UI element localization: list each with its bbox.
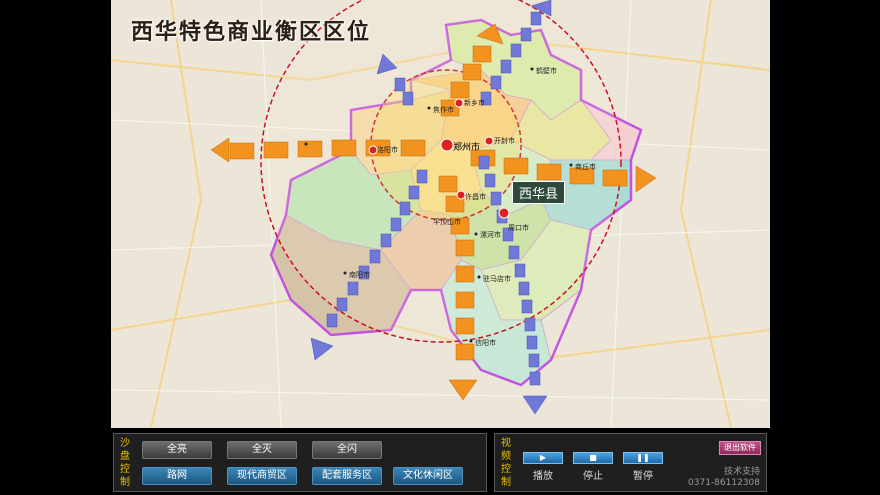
city-label-luoyang: 洛阳市 (377, 146, 398, 154)
sandtable-control-title: 沙 盘 控 制 (119, 437, 131, 489)
city-label-nanyang: 南阳市 (349, 271, 370, 279)
sandtable-title-char: 沙 (120, 438, 130, 449)
stop-label: 停止 (583, 471, 603, 482)
pause-icon: ❚❚ (636, 453, 650, 462)
video-control-title: 视 频 控 制 (500, 437, 512, 489)
video-title-char: 制 (501, 477, 511, 488)
pause-label: 暂停 (633, 471, 653, 482)
exit-software-button[interactable]: 退出软件 (719, 441, 761, 455)
modern-commerce-zone-button[interactable]: 现代商贸区 (227, 467, 297, 485)
play-label: 播放 (533, 471, 553, 482)
all-on-button[interactable]: 全亮 (142, 441, 212, 459)
culture-leisure-zone-button[interactable]: 文化休闲区 (393, 467, 463, 485)
city-label-shangqiu: 商丘市 (575, 163, 596, 171)
video-title-char: 视 (501, 438, 511, 449)
city-label-hebi: 鹤壁市 (536, 67, 557, 75)
sandtable-title-char: 控 (120, 464, 130, 475)
stop-button[interactable]: ■ (573, 452, 613, 464)
city-label-zhengzhou: 郑州市 (453, 143, 481, 153)
xihua-county-label: 西华县 (512, 181, 566, 204)
city-label-xinxiang: 新乡市 (464, 99, 485, 107)
all-flash-button[interactable]: 全闪 (312, 441, 382, 459)
supporting-service-zone-button[interactable]: 配套服务区 (312, 467, 382, 485)
all-off-button[interactable]: 全灭 (227, 441, 297, 459)
map-graphic (111, 0, 770, 428)
map-title: 西华特色商业衡区区位 (131, 19, 372, 45)
city-label-luohe: 漯河市 (480, 231, 501, 239)
stop-icon: ■ (589, 453, 597, 462)
map-view[interactable]: 西华特色商业衡区区位 郑州市 新乡市 开封市 洛阳市 许昌市 漯河市 周口市 平… (111, 0, 770, 428)
pause-button[interactable]: ❚❚ (623, 452, 663, 464)
road-network-button[interactable]: 路网 (142, 467, 212, 485)
city-label-zhumadian: 驻马店市 (483, 275, 511, 283)
tech-support-name: 技术支持 (723, 467, 760, 477)
video-title-char: 控 (501, 464, 511, 475)
sandtable-title-char: 盘 (120, 451, 130, 462)
video-control-panel: 视 频 控 制 退出软件 ▶ 播放 ■ 停止 ❚❚ 暂停 技术支持 0371-8… (494, 433, 767, 492)
play-button[interactable]: ▶ (523, 452, 563, 464)
city-label-zhoukou: 周口市 (508, 224, 529, 232)
play-icon: ▶ (539, 453, 547, 462)
city-label-pingdingshan: 平顶山市 (433, 218, 461, 226)
city-label-jiaozuo: 焦作市 (433, 106, 454, 114)
city-label-xinyang: 信阳市 (475, 339, 496, 347)
sandtable-title-char: 制 (120, 477, 130, 488)
city-label-xuchang: 许昌市 (465, 193, 486, 201)
tech-support-phone: 0371-86112308 (688, 478, 760, 488)
sandtable-control-panel: 沙 盘 控 制 全亮 全灭 全闪 路网 现代商贸区 配套服务区 文化休闲区 (113, 433, 487, 492)
tech-support-info: 技术支持 0371-86112308 (688, 467, 760, 489)
city-label-kaifeng: 开封市 (494, 137, 515, 145)
video-title-char: 频 (501, 451, 511, 462)
